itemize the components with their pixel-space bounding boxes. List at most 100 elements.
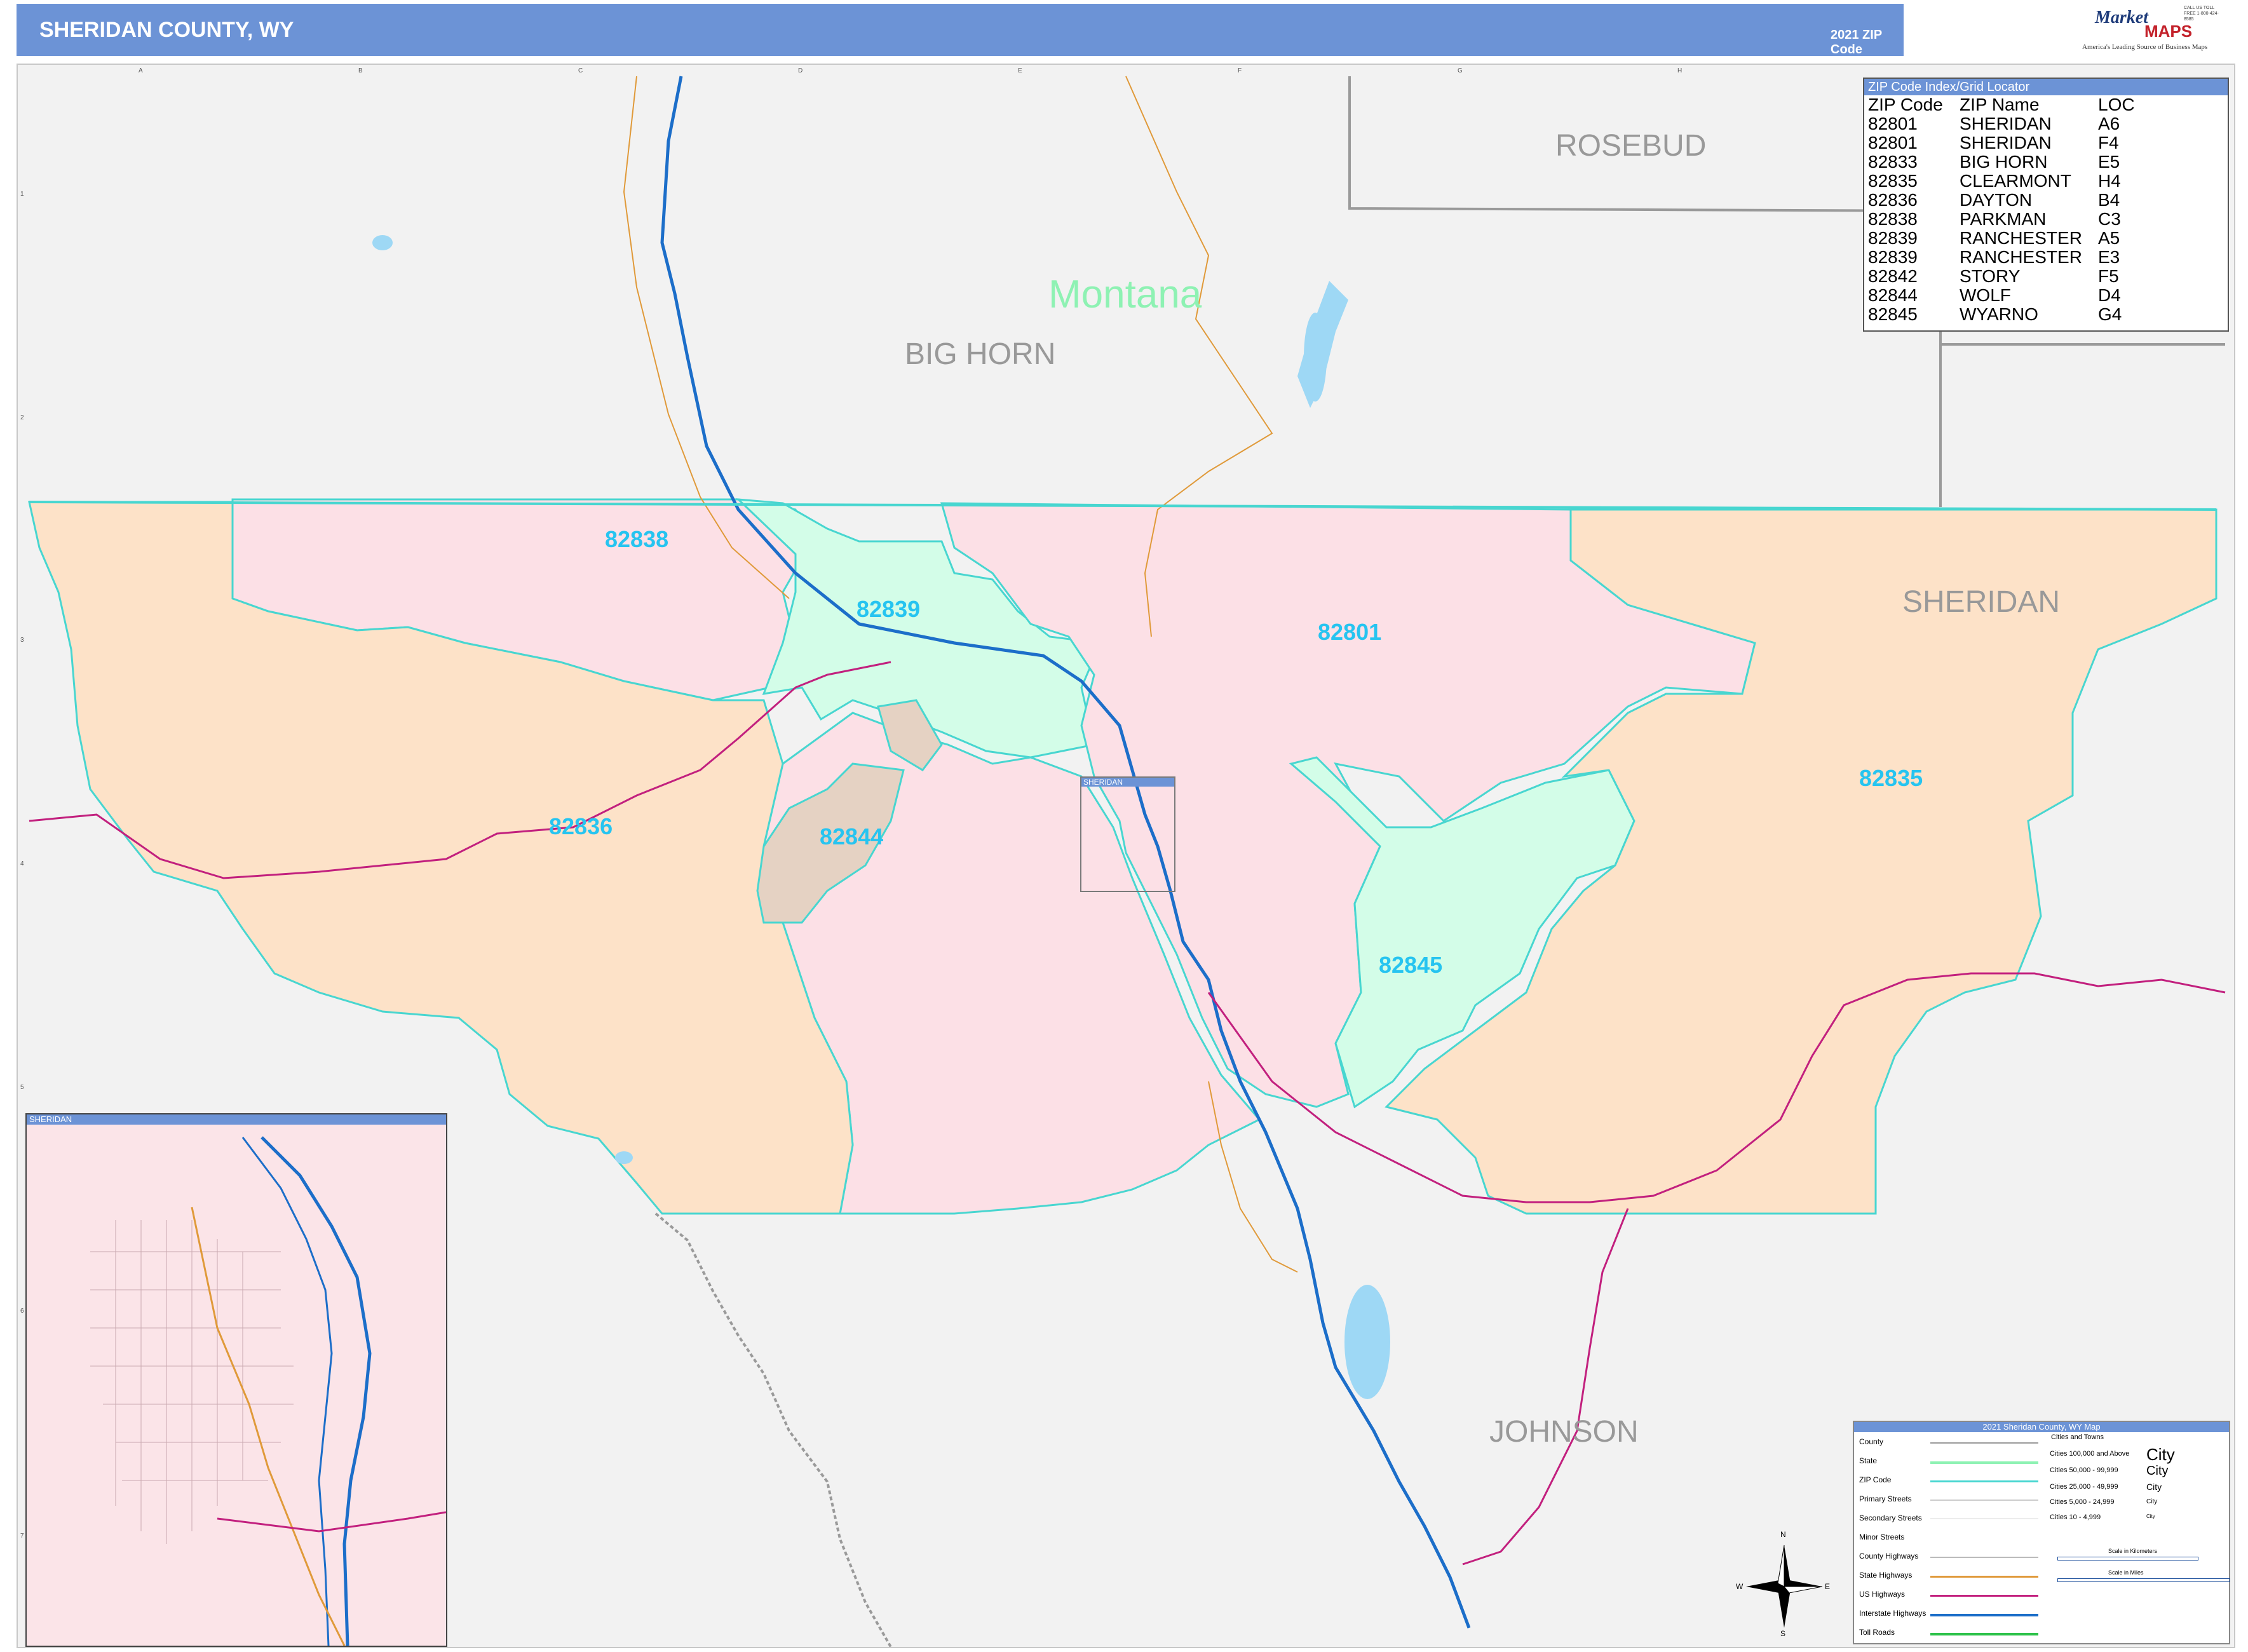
county-label-big-horn: BIG HORN: [905, 337, 1056, 371]
inset-canvas: [90, 1136, 446, 1646]
table-row: 82801 SHERIDAN A6: [1864, 114, 2228, 133]
legend-city-range-3: Cities 25,000 - 49,999: [2050, 1483, 2118, 1491]
cell-zip: 82838: [1868, 209, 1918, 229]
pond-2: [615, 1151, 633, 1164]
cell-zip: 82835: [1868, 171, 1918, 191]
us-highway-south: [1462, 1208, 1629, 1566]
county-label-rosebud: ROSEBUD: [1555, 129, 1707, 163]
legend-secondary-streets: Secondary Streets: [1859, 1513, 1922, 1522]
zip-index-table: ZIP Code Index/Grid Locator ZIP Code ZIP…: [1863, 78, 2229, 332]
sheridan-inset-map[interactable]: SHERIDAN: [25, 1113, 447, 1647]
cell-loc: F5: [2098, 266, 2119, 286]
legend-toll-roads: Toll Roads: [1859, 1628, 1895, 1637]
table-row: 82844 WOLF D4: [1864, 286, 2228, 305]
compass-rose-icon: N S W E: [1736, 1530, 1831, 1638]
cell-name: DAYTON: [1960, 190, 2033, 210]
grid-row-5: 5: [20, 1084, 24, 1091]
cell-name: SHERIDAN: [1960, 133, 2052, 152]
cell-loc: B4: [2098, 190, 2120, 210]
grid-col-a: A: [139, 67, 143, 74]
locator-label: SHERIDAN: [1081, 778, 1174, 787]
inset-interstate-2: [241, 1137, 333, 1646]
legend-title: 2021 Sheridan County, WY Map: [1854, 1422, 2229, 1432]
cell-name: SHERIDAN: [1960, 114, 2052, 133]
legend-us-hwy-line: [1930, 1595, 2038, 1597]
legend-toll-line: [1930, 1633, 2038, 1635]
cell-name: RANCHESTER: [1960, 228, 2082, 248]
legend-city-range-1: Cities 100,000 and Above: [2050, 1450, 2130, 1458]
cell-loc: A5: [2098, 228, 2120, 248]
legend-city-label-4: City: [2146, 1498, 2158, 1505]
grid-row-4: 4: [20, 860, 24, 867]
cell-zip: 82836: [1868, 190, 1918, 210]
table-row: 82801 SHERIDAN F4: [1864, 133, 2228, 152]
grid-col-g: G: [1458, 67, 1463, 74]
grid-col-c: C: [578, 67, 583, 74]
col-header-name: ZIP Name: [1960, 95, 2040, 114]
cell-zip: 82839: [1868, 247, 1918, 267]
lake-big: [1344, 1285, 1390, 1399]
legend-us-highways: US Highways: [1859, 1590, 1906, 1599]
table-row: 82836 DAYTON B4: [1864, 191, 2228, 210]
cell-loc: H4: [2098, 171, 2121, 191]
grid-col-e: E: [1018, 67, 1022, 74]
legend-state-hwy-line: [1930, 1576, 2038, 1578]
cell-loc: G4: [2098, 304, 2122, 324]
cell-zip: 82833: [1868, 152, 1918, 172]
inset-interstate: [261, 1136, 372, 1646]
cell-loc: F4: [2098, 133, 2119, 152]
legend-city-label-1: City: [2146, 1445, 2175, 1464]
table-row: 82845 WYARNO G4: [1864, 305, 2228, 324]
zip-label-82838: 82838: [605, 526, 669, 552]
table-row: 82838 PARKMAN C3: [1864, 210, 2228, 229]
grid-row-1: 1: [20, 191, 24, 198]
legend-county-hwy-line: [1930, 1557, 2038, 1558]
cell-name: CLEARMONT: [1960, 171, 2071, 191]
legend-minor-streets: Minor Streets: [1859, 1533, 1905, 1541]
legend-city-range-5: Cities 10 - 4,999: [2050, 1513, 2101, 1521]
cell-loc: C3: [2098, 209, 2121, 229]
county-label-johnson: JOHNSON: [1489, 1415, 1639, 1449]
cell-name: PARKMAN: [1960, 209, 2047, 229]
legend-state-highways: State Highways: [1859, 1571, 1913, 1580]
grid-row-7: 7: [20, 1533, 24, 1540]
cell-zip: 82844: [1868, 285, 1918, 305]
legend-state-line: [1930, 1461, 2038, 1464]
cell-zip: 82842: [1868, 266, 1918, 286]
zip-index-header-row: ZIP Code ZIP Name LOC: [1864, 95, 2228, 114]
compass-e: E: [1825, 1582, 1831, 1591]
cell-zip: 82845: [1868, 304, 1918, 324]
legend-city-label-2: City: [2146, 1464, 2169, 1478]
grid-col-f: F: [1238, 67, 1242, 74]
cell-zip: 82801: [1868, 114, 1918, 133]
cell-loc: E5: [2098, 152, 2120, 172]
scale-bar-mi: [2057, 1578, 2230, 1582]
johnson-boundary: [654, 1212, 892, 1647]
legend-city-range-4: Cities 5,000 - 24,999: [2050, 1498, 2115, 1506]
legend-primary-streets: Primary Streets: [1859, 1494, 1912, 1503]
legend-county: County: [1859, 1437, 1884, 1446]
map-legend: 2021 Sheridan County, WY Map County Stat…: [1853, 1421, 2230, 1644]
col-header-loc: LOC: [2098, 95, 2135, 114]
cell-loc: E3: [2098, 247, 2120, 267]
compass-s: S: [1780, 1629, 1786, 1638]
market-maps-logo: Market MAPS America's Leading Source of …: [2068, 3, 2227, 53]
cell-loc: D4: [2098, 285, 2121, 305]
compass-w: W: [1736, 1582, 1744, 1591]
legend-zip: ZIP Code: [1859, 1475, 1892, 1484]
scale-bar-km: [2057, 1557, 2198, 1561]
legend-city-range-2: Cities 50,000 - 99,999: [2050, 1466, 2118, 1474]
cell-name: RANCHESTER: [1960, 247, 2082, 267]
inset-title: SHERIDAN: [27, 1114, 446, 1125]
grid-row-6: 6: [20, 1308, 24, 1315]
grid-row-3: 3: [20, 637, 24, 644]
cell-zip: 82839: [1868, 228, 1918, 248]
zip-label-82845: 82845: [1379, 952, 1443, 978]
legend-cities-header: Cities and Towns: [2051, 1433, 2104, 1441]
zip-label-82801: 82801: [1318, 619, 1382, 645]
legend-city-label-3: City: [2146, 1482, 2162, 1492]
county-label-sheridan: SHERIDAN: [1902, 585, 2061, 619]
compass-n: N: [1780, 1530, 1786, 1539]
inset-locator-box[interactable]: SHERIDAN: [1080, 776, 1175, 892]
legend-interstate-highways: Interstate Highways: [1859, 1609, 1926, 1618]
